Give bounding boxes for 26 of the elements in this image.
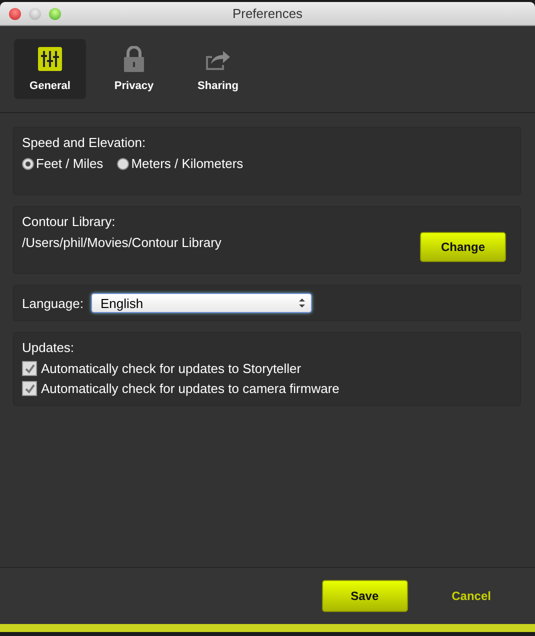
radio-label: Feet / Miles: [36, 156, 104, 171]
radio-button[interactable]: [22, 158, 34, 170]
cancel-button[interactable]: Cancel: [446, 588, 497, 604]
change-button[interactable]: Change: [420, 232, 506, 262]
toolbar-tab[interactable]: General: [14, 39, 86, 99]
toolbar-tab[interactable]: Sharing: [182, 39, 254, 99]
radio-label: Meters / Kilometers: [131, 156, 244, 171]
stepper-arrows-icon: [299, 298, 306, 308]
checkbox[interactable]: [22, 381, 37, 396]
section-title: Contour Library:: [22, 214, 116, 229]
window-title: Preferences: [231, 6, 304, 21]
checkbox-label: Automatically check for updates to camera firmware: [41, 381, 340, 396]
zoom-button[interactable]: [49, 8, 61, 20]
section-title: Speed and Elevation:: [22, 135, 147, 150]
section-title: Updates:: [22, 340, 76, 355]
language-dropdown[interactable]: English: [91, 293, 312, 313]
toolbar-tab[interactable]: Privacy: [98, 39, 170, 99]
checkbox[interactable]: [22, 361, 37, 376]
language-label: Language:: [22, 296, 84, 310]
radio-button[interactable]: [117, 158, 130, 170]
lock-icon: [123, 46, 145, 72]
save-button[interactable]: Save: [322, 580, 408, 612]
sliders-icon: [38, 46, 62, 72]
checkbox-label: Automatically check for updates to Storyteller: [41, 361, 302, 376]
library-path: /Users/phil/Movies/Contour Library: [22, 235, 222, 250]
close-button[interactable]: [9, 8, 21, 20]
